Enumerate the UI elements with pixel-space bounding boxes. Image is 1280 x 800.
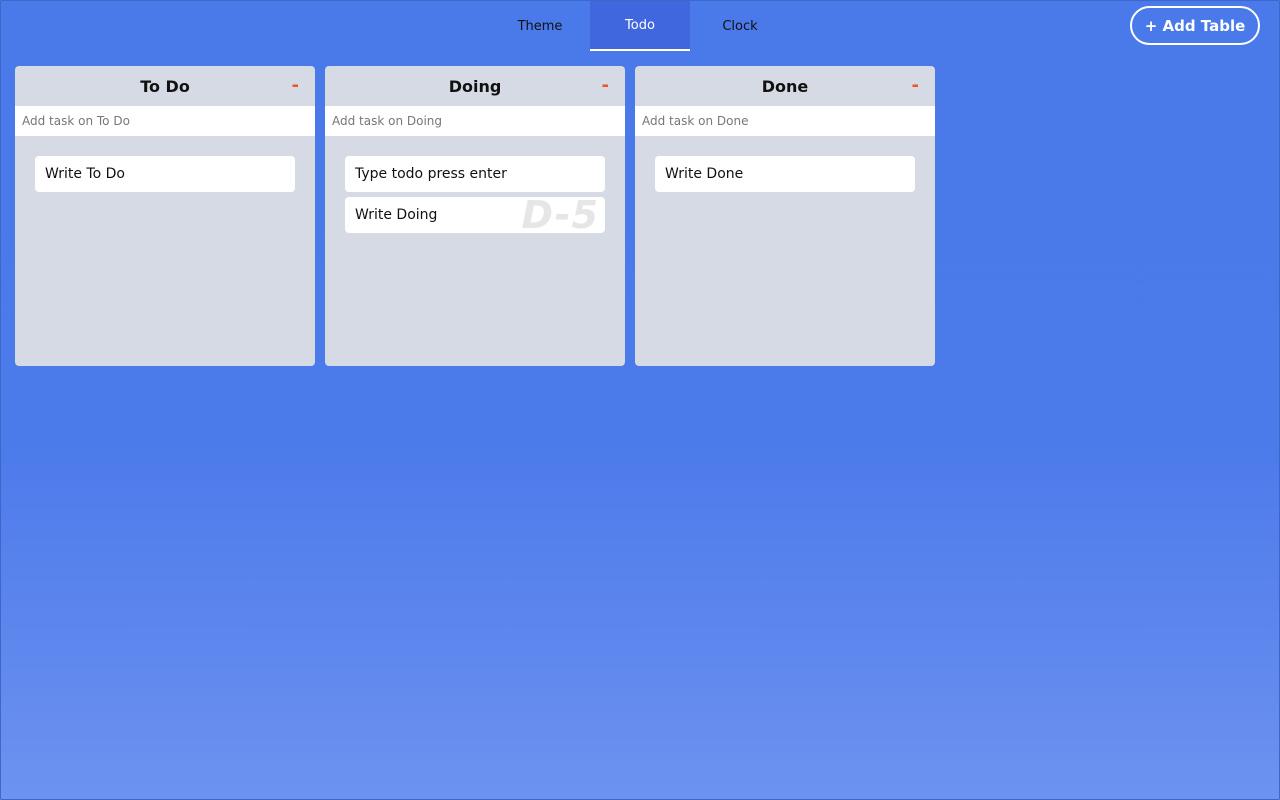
add-task-input[interactable]	[325, 106, 625, 136]
board-header: Doing -	[325, 66, 625, 106]
task-card[interactable]: Type todo press enter	[345, 156, 605, 192]
board-header: To Do -	[15, 66, 315, 106]
add-table-button[interactable]: + Add Table	[1130, 6, 1260, 45]
task-text: Write Doing	[355, 207, 438, 223]
board-done: Done - Write Done	[635, 66, 935, 366]
task-list: Write To Do	[15, 136, 315, 192]
remove-board-button[interactable]: -	[600, 75, 611, 96]
task-card[interactable]: Write To Do	[35, 156, 295, 192]
remove-board-button[interactable]: -	[290, 75, 301, 96]
add-task-input[interactable]	[635, 106, 935, 136]
task-text: Write Done	[665, 166, 744, 182]
board-title: To Do	[140, 76, 190, 96]
remove-board-button[interactable]: -	[910, 75, 921, 96]
board-doing: Doing - Type todo press enter D-5 Write …	[325, 66, 625, 366]
tab-todo[interactable]: Todo	[590, 1, 690, 51]
top-nav: Theme Todo Clock	[490, 1, 790, 51]
board-title: Done	[761, 76, 809, 96]
add-task-input[interactable]	[15, 106, 315, 136]
task-card[interactable]: Write Done	[655, 156, 915, 192]
task-text: Type todo press enter	[355, 166, 507, 182]
board-todo: To Do - Write To Do	[15, 66, 315, 366]
task-drag-badge: D-5	[521, 197, 599, 233]
board-title: Doing	[448, 76, 502, 96]
task-text: Write To Do	[45, 166, 125, 182]
board-header: Done -	[635, 66, 935, 106]
task-list: Type todo press enter D-5 Write Doing	[325, 136, 625, 233]
tab-clock[interactable]: Clock	[690, 1, 790, 51]
task-list: Write Done	[635, 136, 935, 192]
task-card[interactable]: D-5 Write Doing	[345, 197, 605, 233]
tab-theme[interactable]: Theme	[490, 1, 590, 51]
